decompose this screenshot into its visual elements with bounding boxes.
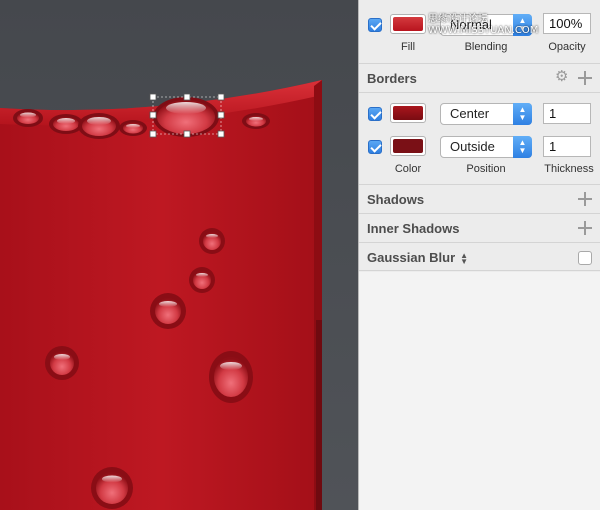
border-2-color-swatch[interactable] [390,136,426,156]
border-1-thickness-value: 1 [549,106,557,121]
up-down-arrows-icon: ▲ ▼ [513,103,532,125]
border-1-checkbox[interactable] [368,107,382,121]
inspector-empty-area [359,272,600,510]
inner-shadows-title: Inner Shadows [367,221,460,236]
border-1-color-swatch[interactable] [390,103,426,123]
border-2-position-select[interactable]: Outside ▲ ▼ [440,136,532,158]
gaussian-blur-label: Gaussian Blur [367,250,456,265]
border-2-thickness-value: 1 [549,139,557,154]
gaussian-blur-checkbox[interactable] [578,251,592,265]
border-2-position-value: Outside [450,139,495,154]
add-shadow-plus-icon[interactable] [578,192,592,206]
thickness-label: Thickness [544,163,594,175]
fill-label: Fill [400,41,416,53]
blending-label: Blending [464,41,508,53]
fill-color-swatch[interactable] [390,14,426,34]
add-border-plus-icon[interactable] [578,71,592,85]
gaussian-blur-section[interactable]: Gaussian Blur ▲ ▼ [359,242,600,271]
inner-shadows-section[interactable]: Inner Shadows [359,213,600,242]
liquid-illustration [0,80,322,510]
watermark: 思缘设计论坛 WWW.MISSYUAN.COM [428,14,539,36]
shadows-section[interactable]: Shadows [359,184,600,213]
add-inner-shadow-plus-icon[interactable] [578,221,592,235]
design-canvas[interactable] [0,0,358,510]
border-row-2: Outside ▲ ▼ 1 [359,134,600,162]
border-2-checkbox[interactable] [368,140,382,154]
fill-checkbox[interactable] [368,18,382,32]
gaussian-blur-title[interactable]: Gaussian Blur ▲ ▼ [367,250,468,265]
border-row-1: Center ▲ ▼ 1 [359,101,600,129]
inspector-panel: Normal ▲ ▼ 100% Fill Blending Opacity Bor… [358,0,600,510]
color-label: Color [394,163,422,175]
border-2-thickness-field[interactable]: 1 [543,136,591,157]
position-label: Position [466,163,506,175]
borders-header: Borders ⚙ [359,63,600,93]
border-1-position-select[interactable]: Center ▲ ▼ [440,103,532,125]
shadows-title: Shadows [367,192,425,207]
border-1-position-value: Center [450,106,490,121]
up-down-arrows-icon: ▲ ▼ [460,250,469,266]
gear-icon[interactable]: ⚙ [555,69,568,84]
border-1-thickness-field[interactable]: 1 [543,103,591,124]
up-down-arrows-icon: ▲ ▼ [513,136,532,158]
opacity-label: Opacity [548,41,586,53]
borders-title: Borders [367,71,417,86]
